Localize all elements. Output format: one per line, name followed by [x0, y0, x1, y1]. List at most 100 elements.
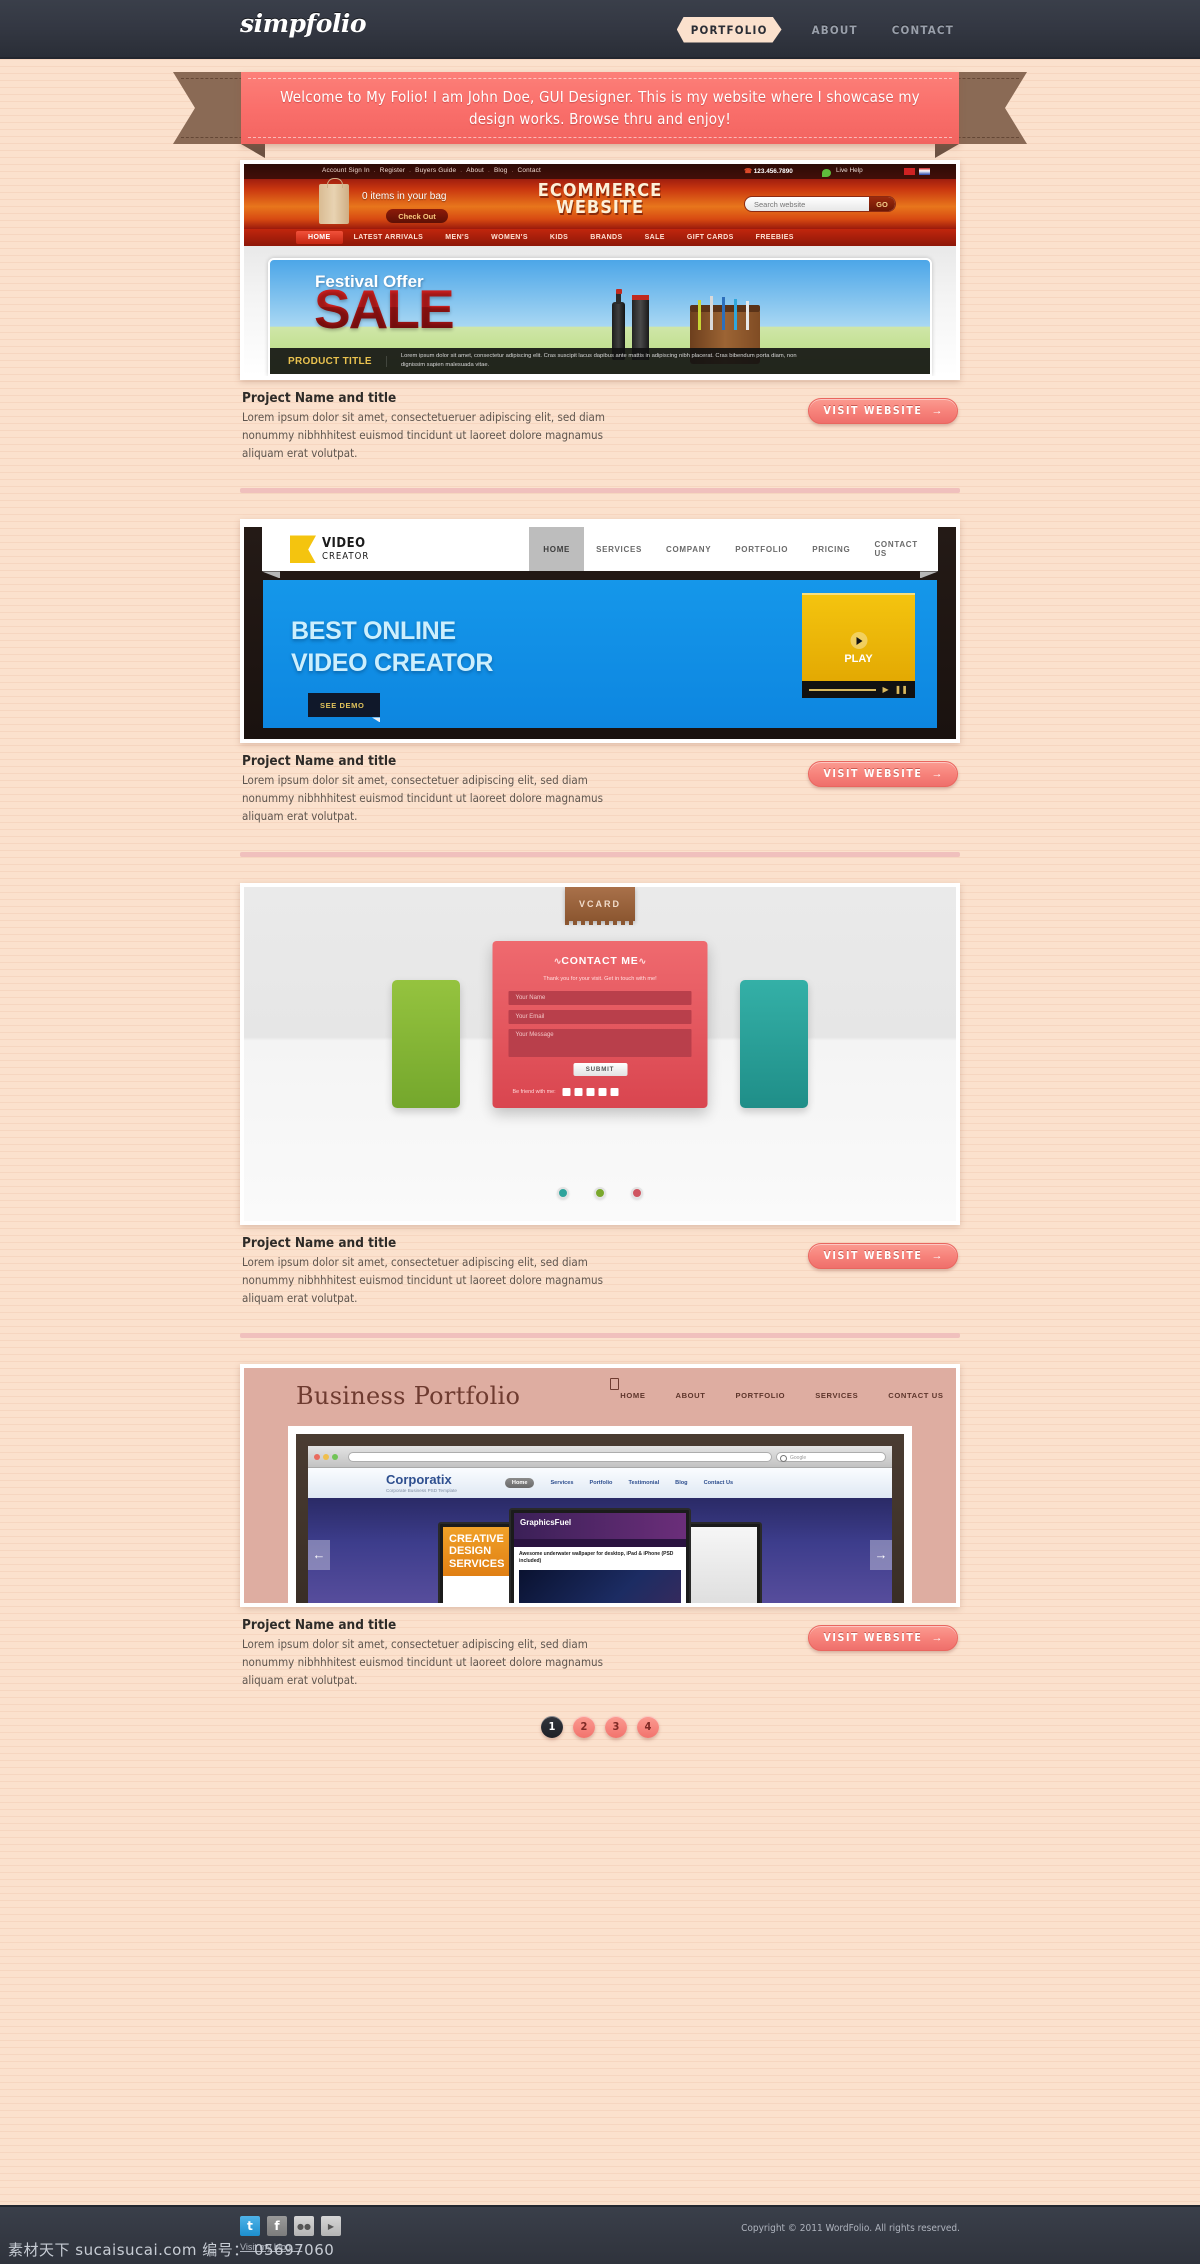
corporatix-logo: Corporatix Corporate Business PSD Templa… — [386, 1472, 457, 1494]
project-title: Project Name and title — [242, 1617, 397, 1634]
project-thumbnail-video-creator[interactable]: VIDEO CREATOR HOME SERVICES COMPANY PORT… — [240, 519, 960, 744]
project-thumbnail-business-portfolio[interactable]: Business Portfolio HOME ABOUT PORTFOLIO … — [240, 1364, 960, 1608]
input-your-name[interactable]: Your Name — [508, 990, 692, 1005]
search-go-button[interactable]: GO — [869, 197, 895, 211]
vc-nav-company[interactable]: COMPANY — [654, 545, 723, 554]
ribbon-fold-right — [935, 144, 959, 158]
page-button-1[interactable]: 1 — [541, 1715, 563, 1738]
play-button-icon[interactable] — [850, 632, 867, 650]
link-register[interactable]: Register — [380, 167, 405, 174]
ecommerce-nav-womens[interactable]: WOMEN'S — [480, 234, 539, 241]
flickr-icon[interactable] — [610, 1087, 619, 1096]
input-your-email[interactable]: Your Email — [508, 1009, 692, 1024]
project-thumbnail-ecommerce[interactable]: Account Sign In. Register. Buyers Guide. Ab… — [240, 160, 960, 380]
pause-icon[interactable]: ❚❚ — [895, 685, 908, 694]
bp-nav-contact-us[interactable]: CONTACT US — [888, 1391, 943, 1400]
cx-nav-blog[interactable]: Blog — [675, 1480, 687, 1486]
flickr-icon[interactable]: ●● — [294, 2216, 314, 2236]
player-controls[interactable]: ▶ ❚❚ — [802, 681, 915, 699]
ecommerce-nav-kids[interactable]: KIDS — [539, 234, 579, 241]
project-title: Project Name and title — [242, 753, 397, 770]
link-account-sign-in[interactable]: Account Sign In — [322, 167, 370, 174]
product-info-bar: PRODUCT TITLE Lorem ipsum dolor sit amet… — [270, 348, 930, 374]
linkedin-icon[interactable] — [586, 1087, 595, 1096]
visit-website-button-4[interactable]: VISIT WEBSITE → — [808, 1625, 958, 1652]
slider-next-icon[interactable]: → — [870, 1539, 892, 1570]
video-player[interactable]: PLAY ▶ ❚❚ — [802, 593, 915, 699]
slider-dot-1[interactable] — [557, 1186, 569, 1199]
slider-dot-2[interactable] — [594, 1186, 606, 1199]
youtube-icon[interactable]: ▶ — [321, 2216, 341, 2236]
play-icon[interactable]: ▶ — [882, 685, 888, 694]
link-blog[interactable]: Blog — [494, 167, 508, 174]
input-your-message[interactable]: Your Message — [508, 1028, 692, 1057]
ecommerce-nav-sale[interactable]: SALE — [634, 234, 676, 241]
search-input[interactable] — [745, 199, 860, 209]
bp-nav-about[interactable]: ABOUT — [675, 1391, 705, 1400]
vc-nav-pricing[interactable]: PRICING — [800, 545, 862, 554]
flag-usa-icon[interactable] — [919, 168, 930, 175]
ecommerce-nav-latest-arrivals[interactable]: LATEST ARRIVALS — [343, 234, 435, 241]
project-thumbnail-vcard[interactable]: VCARD ∿CONTACT ME∿ Thank you for your vi… — [240, 882, 960, 1225]
page-button-3[interactable]: 3 — [605, 1715, 627, 1738]
corporatix-banner: ← → CREATIVE DESIGN SERVICES GraphicsFue… — [308, 1498, 892, 1604]
visit-website-button-3[interactable]: VISIT WEBSITE → — [808, 1242, 958, 1269]
ecommerce-nav-freebies[interactable]: FREEBIES — [745, 234, 805, 241]
bp-nav-home[interactable]: HOME — [620, 1391, 645, 1400]
site-logo[interactable]: simpfolio — [240, 9, 367, 38]
link-buyers-guide[interactable]: Buyers Guide — [415, 167, 456, 174]
vc-nav-home[interactable]: HOME — [529, 527, 585, 572]
cart-icon[interactable] — [610, 1378, 619, 1391]
browser-search-field[interactable]: Google — [776, 1451, 886, 1462]
visit-website-button-1[interactable]: VISIT WEBSITE → — [808, 398, 958, 424]
maximize-icon[interactable] — [332, 1453, 338, 1460]
link-about[interactable]: About — [466, 167, 484, 174]
cx-nav-testimonial[interactable]: Testimonial — [628, 1480, 659, 1486]
slider-dot-3[interactable] — [631, 1186, 643, 1199]
graphicsfuel-brand: GraphicsFuel — [514, 1513, 686, 1540]
video-creator-logo[interactable]: VIDEO CREATOR — [290, 535, 369, 564]
vc-nav-contact-us[interactable]: CONTACT US — [862, 540, 938, 558]
ecommerce-nav-mens[interactable]: MEN'S — [434, 234, 480, 241]
ecommerce-masthead: 0 items in your bag Check Out ECOMMERCE … — [244, 178, 956, 229]
nav-item-contact[interactable]: CONTACT — [888, 17, 958, 43]
social-label: Be friend with me: — [512, 1088, 556, 1095]
bp-nav-portfolio[interactable]: PORTFOLIO — [735, 1391, 785, 1400]
link-contact[interactable]: Contact — [518, 167, 541, 174]
bp-nav-services[interactable]: SERVICES — [815, 1391, 858, 1400]
nav-item-about[interactable]: ABOUT — [808, 17, 862, 43]
live-help-label[interactable]: Live Help — [836, 167, 863, 174]
project-title: Project Name and title — [242, 390, 397, 406]
nav-item-portfolio[interactable]: PORTFOLIO — [677, 17, 782, 43]
facebook-icon[interactable] — [574, 1087, 583, 1096]
flag-canada-icon[interactable] — [904, 168, 915, 175]
browser-address-bar[interactable] — [348, 1451, 772, 1462]
visit-blog-link[interactable]: Visit my blog → — [240, 2242, 960, 2252]
cx-nav-portfolio[interactable]: Portfolio — [589, 1480, 612, 1486]
page-button-4[interactable]: 4 — [637, 1715, 659, 1738]
cx-nav-contact-us[interactable]: Contact Us — [704, 1480, 734, 1486]
main-navigation: PORTFOLIO ABOUT CONTACT — [677, 0, 958, 59]
rss-icon[interactable] — [598, 1087, 607, 1096]
visit-website-button-2[interactable]: VISIT WEBSITE → — [808, 761, 958, 788]
ecommerce-nav-home[interactable]: HOME — [296, 231, 343, 244]
vcard-tab[interactable]: VCARD — [565, 886, 635, 925]
ecommerce-nav-brands[interactable]: BRANDS — [579, 234, 633, 241]
twitter-icon[interactable] — [562, 1087, 571, 1096]
progress-bar[interactable] — [809, 688, 877, 691]
vc-nav-services[interactable]: SERVICES — [584, 545, 654, 554]
close-icon[interactable] — [314, 1453, 320, 1460]
ecommerce-nav-gift-cards[interactable]: GIFT CARDS — [676, 234, 745, 241]
ecommerce-search[interactable]: GO — [744, 196, 896, 212]
submit-button[interactable]: SUBMIT — [573, 1062, 627, 1076]
slider-prev-icon[interactable]: ← — [308, 1539, 330, 1570]
cx-nav-services[interactable]: Services — [550, 1480, 573, 1486]
vc-nav-portfolio[interactable]: PORTFOLIO — [723, 545, 800, 554]
see-demo-button[interactable]: SEE DEMO — [308, 693, 380, 718]
page-button-2[interactable]: 2 — [573, 1715, 595, 1738]
contact-card-social: Be friend with me: — [509, 1087, 692, 1096]
minimize-icon[interactable] — [323, 1453, 329, 1460]
cx-nav-home[interactable]: Home — [504, 1478, 535, 1489]
facebook-icon[interactable]: f — [267, 2216, 287, 2236]
twitter-icon[interactable]: t — [240, 2216, 260, 2236]
